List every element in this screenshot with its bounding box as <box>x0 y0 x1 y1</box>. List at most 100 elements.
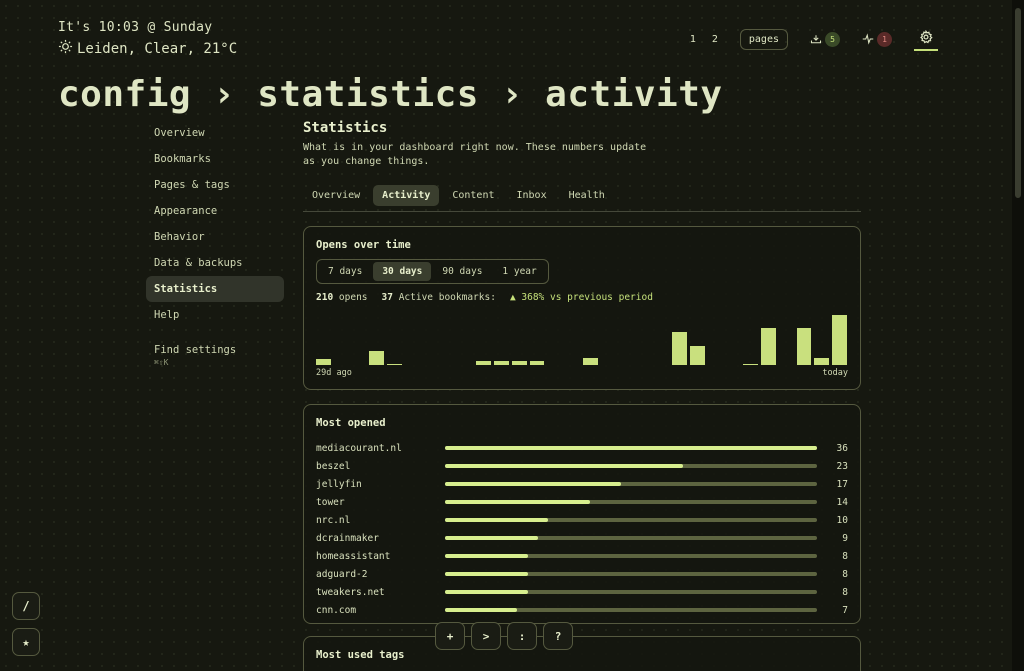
range-90-days[interactable]: 90 days <box>433 262 491 281</box>
inbox-count-badge: 5 <box>825 31 840 47</box>
breadcrumb-statistics[interactable]: statistics <box>257 74 479 115</box>
most-opened-row[interactable]: tower 14 <box>316 493 848 511</box>
most-opened-card: Most opened mediacourant.nl 36 beszel 23 jel… <box>303 404 861 624</box>
chart-bar <box>387 363 402 365</box>
weather-widget: Leiden, Clear, 21°C <box>58 39 237 58</box>
find-settings-button[interactable]: Find settings ⌘⇧K <box>146 344 284 367</box>
opens-stat: 210 opens <box>316 292 368 303</box>
most-opened-row[interactable]: mediacourant.nl 36 <box>316 439 848 457</box>
breadcrumb-config[interactable]: config <box>58 74 191 115</box>
most-opened-title: Most opened <box>316 417 386 429</box>
breadcrumb-separator: › <box>500 74 524 115</box>
page-1-link[interactable]: 1 <box>682 34 704 45</box>
sidebar-item-overview[interactable]: Overview <box>146 120 284 146</box>
open-count: 8 <box>842 568 848 580</box>
tab-inbox[interactable]: Inbox <box>508 185 556 206</box>
bookmark-name: beszel <box>316 460 351 472</box>
tab-overview[interactable]: Overview <box>303 185 369 206</box>
add-button[interactable]: + <box>435 622 465 650</box>
sidebar-item-help[interactable]: Help <box>146 302 284 328</box>
range-30-days[interactable]: 30 days <box>373 262 432 281</box>
page-2-link[interactable]: 2 <box>704 34 726 45</box>
chart-bar <box>689 345 705 365</box>
chart-end-label: today <box>822 368 848 378</box>
sidebar-item-pages-tags[interactable]: Pages & tags <box>146 172 284 198</box>
open-count-bar-fill <box>445 608 518 612</box>
bookmark-name: tweakers.net <box>316 586 385 598</box>
open-count: 9 <box>842 532 848 544</box>
sidebar-item-behavior[interactable]: Behavior <box>146 224 284 250</box>
open-count: 14 <box>836 496 848 508</box>
inbox-icon <box>810 30 822 49</box>
most-opened-row[interactable]: homeassistant 8 <box>316 547 848 565</box>
sun-icon <box>58 39 73 58</box>
open-count-bar-track <box>445 608 817 612</box>
sidebar-item-appearance[interactable]: Appearance <box>146 198 284 224</box>
chart-bar <box>796 327 812 365</box>
open-count-bar-track <box>445 446 817 450</box>
favorites-button[interactable]: ★ <box>12 628 40 656</box>
chart-bar <box>369 351 385 365</box>
statistics-tabs: Overview Activity Content Inbox Health <box>303 185 861 212</box>
star-icon: ★ <box>22 635 30 649</box>
sidebar-item-statistics[interactable]: Statistics <box>146 276 284 302</box>
find-settings-label: Find settings <box>154 344 237 356</box>
scrollbar-thumb[interactable] <box>1015 8 1021 198</box>
sidebar-item-bookmarks[interactable]: Bookmarks <box>146 146 284 172</box>
open-count-bar-track <box>445 590 817 594</box>
health-count-badge: 1 <box>877 31 892 47</box>
bookmark-name: jellyfin <box>316 478 362 490</box>
range-7-days[interactable]: 7 days <box>319 262 371 281</box>
opens-delta: ▲ 368% vs previous period <box>509 292 653 303</box>
inbox-indicator[interactable]: 5 <box>810 30 840 49</box>
open-count-bar-fill <box>445 482 621 486</box>
range-1-year[interactable]: 1 year <box>493 262 545 281</box>
most-opened-row[interactable]: beszel 23 <box>316 457 848 475</box>
most-opened-row[interactable]: jellyfin 17 <box>316 475 848 493</box>
chart-bar <box>743 363 758 365</box>
page-title: Statistics <box>303 120 388 136</box>
open-count: 10 <box>836 514 848 526</box>
tab-health[interactable]: Health <box>560 185 614 206</box>
pulse-icon <box>862 30 874 49</box>
pages-button[interactable]: pages <box>739 28 788 50</box>
help-button[interactable]: ? <box>543 622 573 650</box>
opens-card-title: Opens over time <box>316 239 411 251</box>
chart-start-label: 29d ago <box>316 368 352 378</box>
breadcrumb-activity: activity <box>545 74 723 115</box>
most-opened-row[interactable]: tweakers.net 8 <box>316 583 848 601</box>
most-opened-row[interactable]: dcrainmaker 9 <box>316 529 848 547</box>
opens-count: 210 <box>316 292 334 303</box>
open-count-bar-fill <box>445 554 528 558</box>
open-count-bar-fill <box>445 590 528 594</box>
tab-activity[interactable]: Activity <box>373 185 440 206</box>
breadcrumb-separator: › <box>213 74 236 115</box>
most-opened-row[interactable]: adguard-2 8 <box>316 565 848 583</box>
bookmark-name: mediacourant.nl <box>316 442 402 454</box>
tab-content[interactable]: Content <box>443 185 503 206</box>
app-root: It's 10:03 @ Sunday Leiden, Clear, 21°C … <box>0 0 1012 671</box>
sidebar-item-data-backups[interactable]: Data & backups <box>146 250 284 276</box>
most-used-tags-card: Most used tags <box>303 636 861 671</box>
health-indicator[interactable]: 1 <box>862 30 892 49</box>
main-content: Statistics What is in your dashboard rig… <box>303 120 861 624</box>
open-count-bar-fill <box>445 500 590 504</box>
chart-bar <box>832 315 847 365</box>
most-opened-row[interactable]: cnn.com 7 <box>316 601 848 619</box>
chart-bar <box>814 358 830 365</box>
open-count-bar-fill <box>445 446 817 450</box>
colon-command-button[interactable]: : <box>507 622 537 650</box>
most-opened-row[interactable]: nrc.nl 10 <box>316 511 848 529</box>
opens-bar-chart <box>316 315 848 365</box>
command-button[interactable]: > <box>471 622 501 650</box>
open-count-bar-fill <box>445 464 683 468</box>
bookmark-name: cnn.com <box>316 604 357 616</box>
settings-button[interactable] <box>914 27 938 51</box>
page-scrollbar[interactable] <box>1012 0 1024 671</box>
active-bookmarks-stat: 37 Active bookmarks: <box>382 292 496 303</box>
page-description: What is in your dashboard right now. The… <box>303 142 647 167</box>
open-count: 23 <box>836 460 848 472</box>
search-shortcut-button[interactable]: / <box>12 592 40 620</box>
chart-bar <box>316 359 331 365</box>
open-count-bar-track <box>445 554 817 558</box>
